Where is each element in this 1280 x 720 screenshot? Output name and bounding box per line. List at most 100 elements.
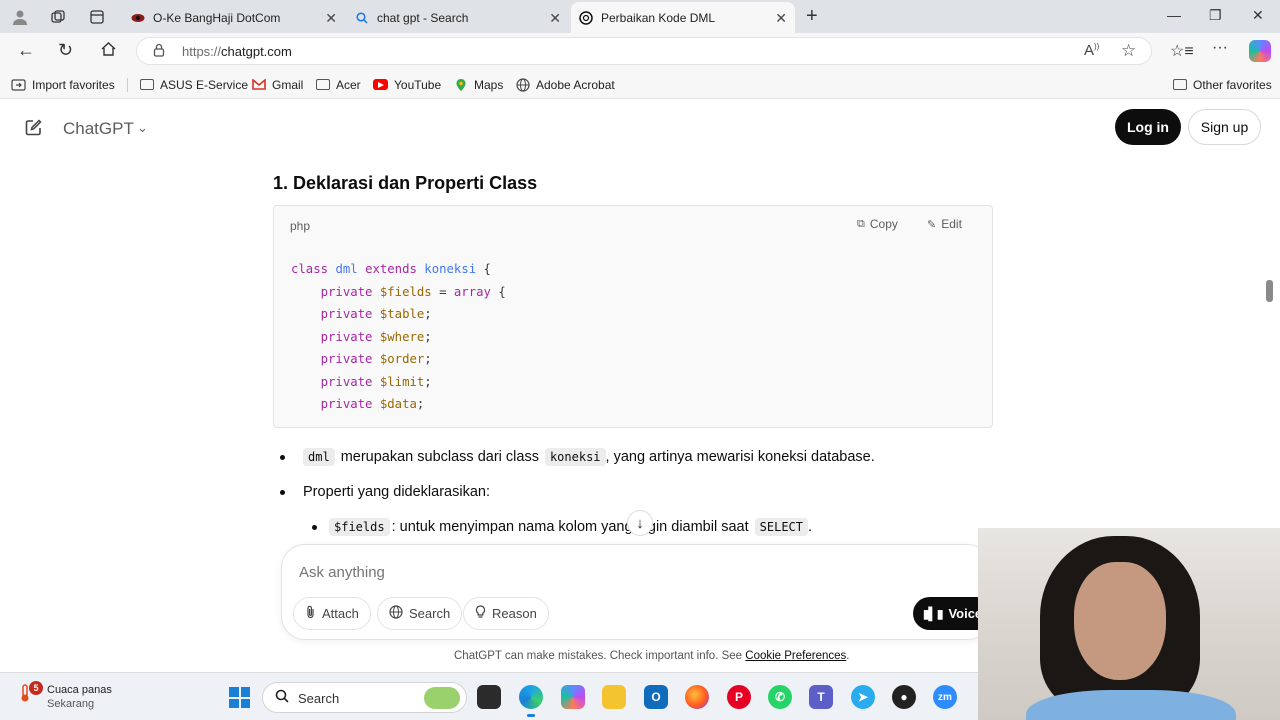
outlook-icon[interactable]: O [644,685,668,709]
presenter-face [1074,562,1166,680]
file-explorer-icon[interactable] [602,685,626,709]
close-window-icon[interactable]: ✕ [1252,7,1264,24]
favorite-adobe-acrobat[interactable]: Adobe Acrobat [515,77,615,92]
obs-icon[interactable]: ● [892,685,916,709]
favorites-separator [127,78,128,92]
profile-icon[interactable] [8,5,32,29]
list-item: dml merupakan subclass dari class koneks… [280,448,875,466]
youtube-icon [373,77,388,92]
refresh-icon[interactable]: ↻ [58,40,73,61]
attach-button[interactable]: Attach [293,597,371,630]
home-icon[interactable] [100,41,117,62]
scroll-down-icon[interactable]: ↓ [627,510,653,536]
folder-icon [139,77,154,92]
browser-tab-bar: O-Ke BangHaji DotCom ✕ chat gpt - Search… [0,0,1280,33]
code-line: private $order; [320,352,432,366]
edit-icon: ✎ [927,218,937,231]
model-selector[interactable]: ChatGPT [63,119,134,139]
favorite-acer[interactable]: Acer [315,77,361,92]
weather-title: Cuaca panas [47,684,112,696]
windows-start-icon[interactable] [229,687,250,708]
search-highlight-icon [424,687,460,709]
tab-oke-banghaji[interactable]: O-Ke BangHaji DotCom ✕ [123,2,345,33]
search-icon [355,11,369,25]
reason-button[interactable]: Reason [463,597,549,630]
site-icon [131,11,145,25]
firefox-icon[interactable] [685,685,709,709]
paperclip-icon [305,605,316,622]
weather-icon: 5 [17,681,43,705]
back-icon[interactable]: ← [17,40,35,61]
lock-icon[interactable] [153,43,165,60]
tab-actions-icon[interactable] [85,5,109,29]
workspaces-icon[interactable] [46,5,70,29]
pinterest-icon[interactable]: P [727,685,751,709]
whatsapp-icon[interactable]: ✆ [768,685,792,709]
maps-icon [453,77,468,92]
signup-button[interactable]: Sign up [1188,109,1261,145]
bullet-dot [280,454,285,460]
more-menu-icon[interactable]: ··· [1212,39,1228,57]
message-input[interactable] [299,564,799,581]
code-line: private $fields = array { [320,284,506,299]
code-line: class dml extends koneksi { [291,262,491,276]
list-item: $fields : untuk menyimpan nama kolom yan… [312,518,812,536]
copilot-icon[interactable] [1249,40,1271,62]
notification-badge: 5 [29,681,43,695]
task-view-icon[interactable] [477,685,501,709]
favorite-import-favorites[interactable]: Import favorites [11,77,115,92]
bullet-dot [280,489,285,495]
url-text: https://chatgpt.com [182,44,292,59]
list-item: Properti yang dideklarasikan: [280,484,490,500]
other-favorites[interactable]: Other favorites [1172,77,1272,92]
address-bar[interactable]: https://chatgpt.com A)) ☆ [136,37,1152,65]
close-tab-icon[interactable]: ✕ [549,10,561,27]
favorites-bar: Import favorites ASUS E-Service Gmail Ac… [0,69,1280,99]
search-button[interactable]: Search [377,597,463,630]
tab-chat-gpt-search[interactable]: chat gpt - Search ✕ [347,2,569,33]
chatgpt-icon [579,10,593,25]
edge-icon[interactable] [519,685,543,717]
code-line: private $table; [320,307,432,321]
folder-icon [1172,77,1187,92]
address-toolbar: ← ↻ https://chatgpt.com A)) ☆ ☆≡ ··· [0,33,1280,69]
close-tab-icon[interactable]: ✕ [325,10,337,27]
code-content: class dml extends koneksi { private $fie… [291,258,506,416]
cookie-preferences-link[interactable]: Cookie Preferences [745,650,846,662]
windows-taskbar: 5 Cuaca panas Sekarang Search O P ✆ T ➤ … [0,672,978,720]
telegram-icon[interactable]: ➤ [851,685,875,709]
favorite-gmail[interactable]: Gmail [251,77,303,92]
close-tab-icon[interactable]: ✕ [775,10,787,27]
folder-icon [315,77,330,92]
new-chat-icon[interactable] [24,118,43,142]
zoom-icon[interactable]: zm [933,685,957,709]
import-icon [11,77,26,92]
presenter-shirt [1026,690,1236,720]
search-icon [275,689,289,707]
chevron-down-icon[interactable]: ⌄ [137,120,148,136]
page-scrollbar[interactable] [1266,280,1273,302]
new-tab-icon[interactable]: + [806,5,818,28]
favorites-icon[interactable]: ☆≡ [1170,41,1194,61]
disclaimer-text: ChatGPT can make mistakes. Check importa… [454,650,850,662]
edit-code-button[interactable]: ✎ Edit [927,217,962,231]
code-line: private $where; [320,329,432,344]
taskbar-search[interactable]: Search [262,682,467,713]
lightbulb-icon [475,605,486,622]
minimize-icon[interactable]: — [1167,7,1181,23]
read-aloud-icon[interactable]: A)) [1084,42,1099,59]
chatgpt-header: ChatGPT ⌄ Log in Sign up [0,100,1280,156]
login-button[interactable]: Log in [1115,109,1181,145]
teams-icon[interactable]: T [809,685,833,709]
code-line: private $limit; [320,374,432,389]
favorite-youtube[interactable]: YouTube [373,77,441,92]
restore-icon[interactable]: ❐ [1209,7,1222,24]
favorite-asus-e-service[interactable]: ASUS E-Service [139,77,248,92]
copilot-app-icon[interactable] [561,685,585,709]
weather-widget[interactable]: 5 Cuaca panas Sekarang [17,681,112,711]
favorite-maps[interactable]: Maps [453,77,503,92]
copy-code-button[interactable]: ⧉ Copy [857,217,898,231]
tab-title: Perbaikan Kode DML [601,10,716,25]
favorite-star-icon[interactable]: ☆ [1121,41,1136,61]
tab-perbaikan-kode-dml[interactable]: Perbaikan Kode DML ✕ [571,2,795,33]
